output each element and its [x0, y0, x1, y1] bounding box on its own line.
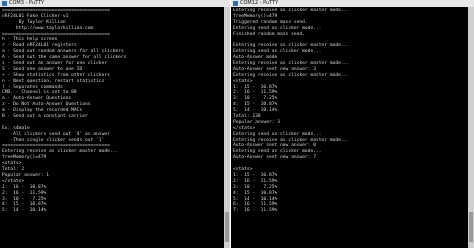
title-bar[interactable]: COM3 - PuTTY: [0, 0, 230, 7]
terminal-output[interactable]: ======================================= n…: [2, 8, 223, 248]
window-title: COM12 - PuTTY: [240, 0, 279, 6]
putty-icon: [233, 1, 238, 6]
putty-window-com12[interactable]: COM12 - PuTTY Entering receive as clicke…: [231, 0, 474, 248]
scrollbar-thumb[interactable]: [225, 212, 229, 242]
putty-window-com3[interactable]: COM3 - PuTTY ===========================…: [0, 0, 230, 248]
window-title: COM3 - PuTTY: [9, 0, 45, 6]
title-bar[interactable]: COM12 - PuTTY: [231, 0, 474, 7]
terminal-output[interactable]: Entering receive as clicker master mode.…: [233, 8, 467, 248]
scrollbar[interactable]: [224, 7, 230, 248]
putty-icon: [2, 1, 7, 6]
terminal-line: 7: 16 - 11.59%: [233, 208, 278, 214]
terminal-line: 5: 14 - 10.14%: [2, 208, 47, 214]
scrollbar-thumb[interactable]: [469, 212, 473, 242]
scrollbar[interactable]: [468, 7, 474, 248]
